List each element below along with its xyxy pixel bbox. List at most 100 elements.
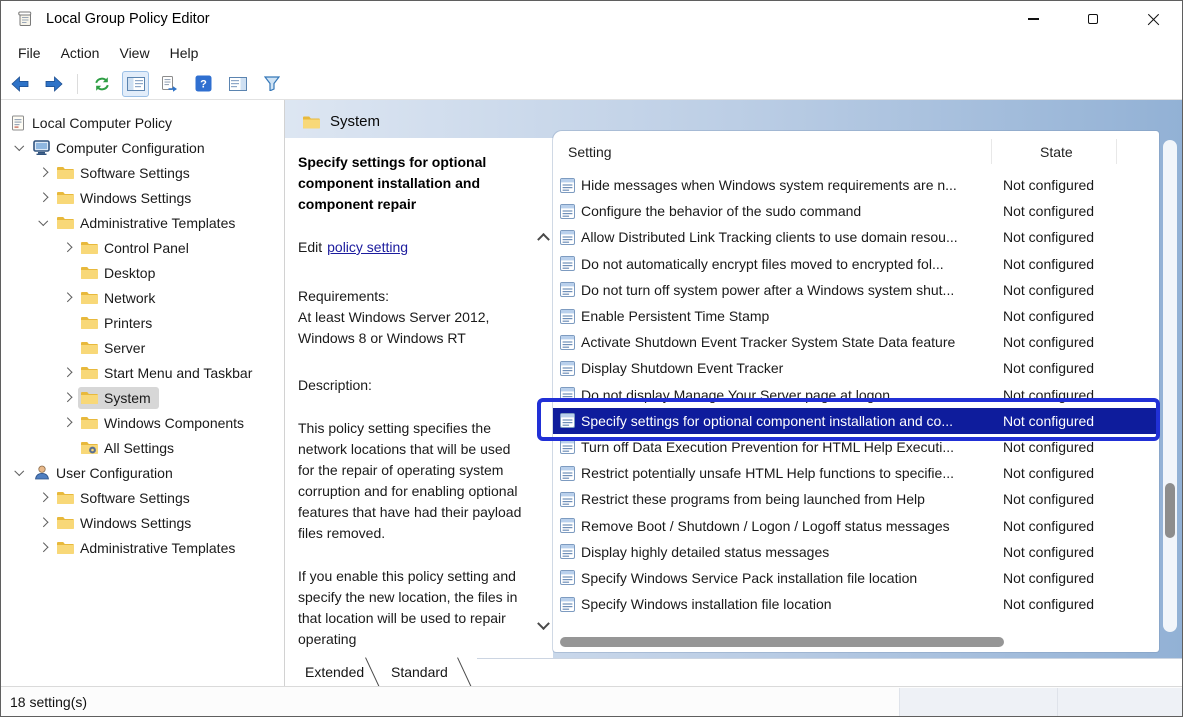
setting-title: Specify settings for optional component … — [298, 152, 527, 215]
chevron-right-icon[interactable] — [32, 160, 54, 185]
chevron-spacer — [56, 335, 78, 360]
minimize-button[interactable] — [1003, 0, 1063, 38]
setting-row[interactable]: Turn off Data Execution Prevention for H… — [553, 434, 1159, 460]
policy-setting-icon — [553, 466, 581, 481]
folder-icon — [81, 291, 98, 304]
setting-row[interactable]: Activate Shutdown Event Tracker System S… — [553, 329, 1159, 355]
tree-item-administrative-templates[interactable]: Administrative Templates — [0, 535, 284, 560]
tree-item-printers[interactable]: Printers — [0, 310, 284, 335]
chevron-right-icon[interactable] — [56, 410, 78, 435]
maximize-icon — [1088, 14, 1098, 24]
menu-help[interactable]: Help — [160, 41, 209, 65]
menu-action[interactable]: Action — [51, 41, 110, 65]
menu-view[interactable]: View — [109, 41, 159, 65]
column-header-setting[interactable]: Setting — [568, 144, 612, 160]
tree-item-windows-components[interactable]: Windows Components — [0, 410, 284, 435]
chevron-down-icon[interactable] — [8, 135, 30, 160]
help-button[interactable]: ? — [190, 71, 217, 97]
setting-row[interactable]: Display Shutdown Event TrackerNot config… — [553, 355, 1159, 381]
folder-icon — [303, 115, 320, 129]
back-button[interactable] — [6, 71, 33, 97]
forward-button[interactable] — [40, 71, 67, 97]
folder-icon — [81, 316, 98, 329]
setting-row[interactable]: Do not turn off system power after a Win… — [553, 277, 1159, 303]
export-list-button[interactable] — [156, 71, 183, 97]
folder-icon — [81, 391, 98, 404]
setting-name: Enable Persistent Time Stamp — [581, 308, 1003, 324]
tab-standard[interactable]: Standard — [381, 658, 458, 686]
show-action-pane-button[interactable] — [224, 71, 251, 97]
tree-item-start-menu-and-taskbar[interactable]: Start Menu and Taskbar — [0, 360, 284, 385]
refresh-button[interactable] — [88, 71, 115, 97]
chevron-right-icon[interactable] — [56, 385, 78, 410]
vertical-scrollbar[interactable] — [1163, 140, 1177, 632]
user-icon — [33, 465, 50, 480]
filter-button[interactable] — [258, 71, 285, 97]
chevron-right-icon[interactable] — [56, 235, 78, 260]
tree-item-software-settings[interactable]: Software Settings — [0, 160, 284, 185]
view-tabs: Extended Standard — [285, 658, 1183, 686]
setting-row[interactable]: Restrict potentially unsafe HTML Help fu… — [553, 460, 1159, 486]
setting-row[interactable]: Display highly detailed status messagesN… — [553, 539, 1159, 565]
folder-icon — [81, 341, 98, 354]
setting-row[interactable]: Hide messages when Windows system requir… — [553, 172, 1159, 198]
tab-extended[interactable]: Extended — [295, 658, 374, 686]
tree-item-server[interactable]: Server — [0, 335, 284, 360]
chevron-spacer — [56, 310, 78, 335]
setting-row[interactable]: Do not automatically encrypt files moved… — [553, 251, 1159, 277]
tree-item-body: Control Panel — [78, 237, 197, 259]
tree-item-desktop[interactable]: Desktop — [0, 260, 284, 285]
tree-item-windows-settings[interactable]: Windows Settings — [0, 185, 284, 210]
column-separator — [991, 139, 992, 164]
tree-item-all-settings[interactable]: All Settings — [0, 435, 284, 460]
close-icon — [1147, 13, 1160, 26]
setting-row[interactable]: Specify Windows Service Pack installatio… — [553, 565, 1159, 591]
setting-row[interactable]: Remove Boot / Shutdown / Logon / Logoff … — [553, 512, 1159, 538]
tree-item-label: Software Settings — [80, 165, 190, 181]
tree-item-control-panel[interactable]: Control Panel — [0, 235, 284, 260]
setting-row[interactable]: Specify Windows installation file locati… — [553, 591, 1159, 617]
show-console-tree-button[interactable] — [122, 71, 149, 97]
tree-item-computer-configuration[interactable]: Computer Configuration — [0, 135, 284, 160]
setting-row[interactable]: Restrict these programs from being launc… — [553, 486, 1159, 512]
tree-item-label: Windows Settings — [80, 515, 191, 531]
tree-item-administrative-templates[interactable]: Administrative Templates — [0, 210, 284, 235]
menu-file[interactable]: File — [8, 41, 51, 65]
chevron-right-icon[interactable] — [56, 285, 78, 310]
tree-item-label: Control Panel — [104, 240, 189, 256]
tree-item-windows-settings[interactable]: Windows Settings — [0, 510, 284, 535]
horizontal-scrollbar-thumb[interactable] — [560, 637, 1004, 647]
tree-item-network[interactable]: Network — [0, 285, 284, 310]
setting-name: Display Shutdown Event Tracker — [581, 360, 1003, 376]
setting-state: Not configured — [1003, 570, 1159, 586]
tree-item-label: Computer Configuration — [56, 140, 205, 156]
vertical-scrollbar-thumb[interactable] — [1165, 483, 1175, 538]
policy-setting-icon — [553, 387, 581, 402]
policy-setting-link[interactable]: policy setting — [327, 239, 408, 255]
setting-row[interactable]: Allow Distributed Link Tracking clients … — [553, 224, 1159, 250]
setting-state: Not configured — [1003, 518, 1159, 534]
setting-row[interactable]: Do not display Manage Your Server page a… — [553, 382, 1159, 408]
tree-item-software-settings[interactable]: Software Settings — [0, 485, 284, 510]
chevron-right-icon[interactable] — [32, 535, 54, 560]
setting-row[interactable]: Enable Persistent Time StampNot configur… — [553, 303, 1159, 329]
close-button[interactable] — [1123, 0, 1183, 38]
column-header-state[interactable]: State — [1040, 144, 1073, 160]
setting-row[interactable]: Configure the behavior of the sudo comma… — [553, 198, 1159, 224]
setting-row[interactable]: Specify settings for optional component … — [553, 408, 1159, 434]
chevron-right-icon[interactable] — [32, 485, 54, 510]
setting-state: Not configured — [1003, 256, 1159, 272]
maximize-button[interactable] — [1063, 0, 1123, 38]
chevron-right-icon[interactable] — [32, 510, 54, 535]
scroll-down-icon[interactable] — [533, 616, 553, 636]
chevron-right-icon[interactable] — [56, 360, 78, 385]
horizontal-scrollbar[interactable] — [558, 636, 1147, 648]
chevron-down-icon[interactable] — [8, 460, 30, 485]
tree-item-system[interactable]: System — [0, 385, 284, 410]
scroll-up-icon[interactable] — [533, 226, 553, 246]
tree-item-local-computer-policy[interactable]: Local Computer Policy — [0, 110, 284, 135]
tree-item-body: Software Settings — [54, 162, 198, 184]
chevron-down-icon[interactable] — [32, 210, 54, 235]
tree-item-user-configuration[interactable]: User Configuration — [0, 460, 284, 485]
chevron-right-icon[interactable] — [32, 185, 54, 210]
